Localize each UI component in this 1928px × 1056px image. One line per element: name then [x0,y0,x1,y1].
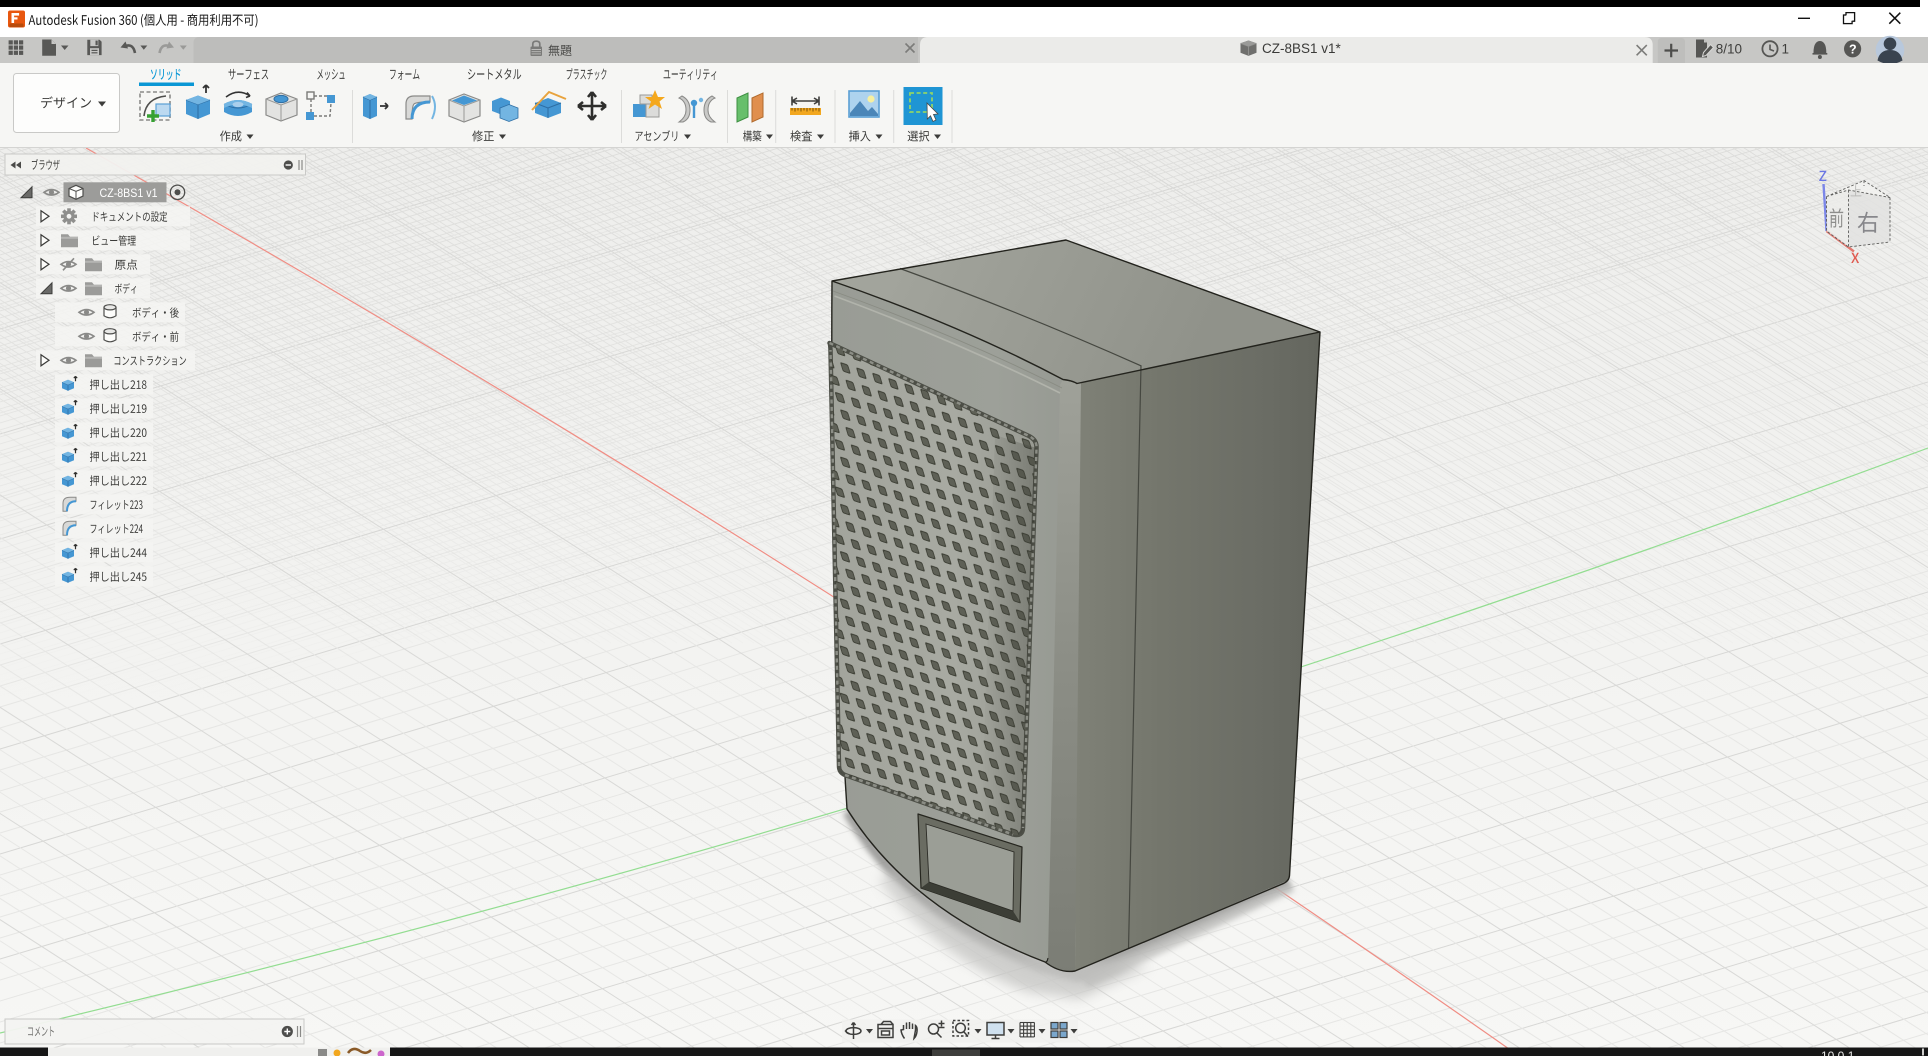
svg-text:1: 1 [1782,42,1790,57]
svg-text:?: ? [1849,43,1857,57]
svg-text:10.0 1: 10.0 1 [1821,1049,1855,1056]
svg-text:CZ-8BS1 v1: CZ-8BS1 v1 [100,186,158,200]
svg-text:CZ-8BS1 v1*: CZ-8BS1 v1* [1262,41,1342,56]
svg-text:8/10: 8/10 [1716,42,1742,57]
